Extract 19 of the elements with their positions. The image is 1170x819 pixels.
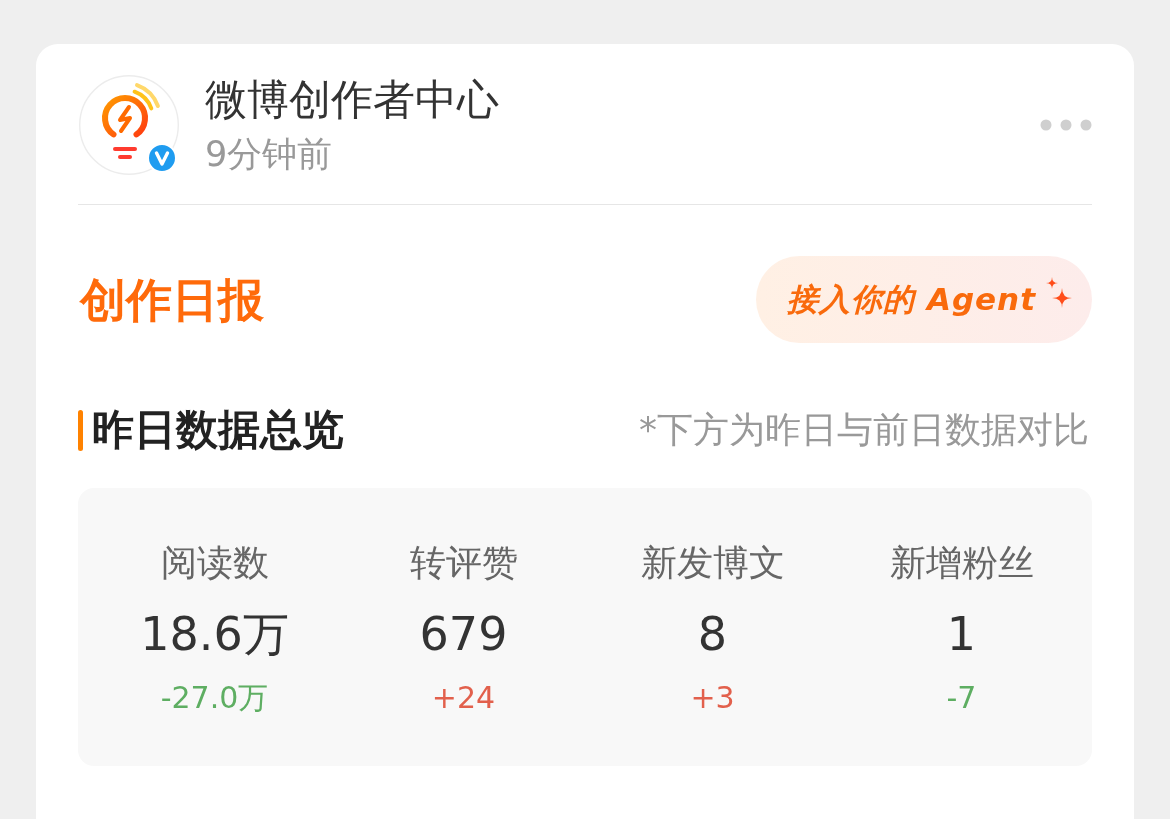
account-name[interactable]: 微博创作者中心 — [205, 75, 499, 125]
stat-label: 转评赞 — [409, 541, 518, 585]
stat-change: +3 — [690, 679, 735, 717]
stat-value: 18.6万 — [140, 606, 289, 662]
lightbulb-avatar-icon[interactable] — [79, 75, 179, 175]
stat-value: 8 — [697, 606, 728, 662]
stat-label: 新增粉丝 — [889, 541, 1034, 585]
stat-change: -27.0万 — [160, 679, 269, 717]
comparison-note: *下方为昨日与前日数据对比 — [639, 408, 1089, 452]
stat-label: 新发博文 — [640, 541, 785, 585]
post-time: 9分钟前 — [205, 133, 333, 175]
report-title: 创作日报 — [80, 271, 264, 328]
stat-change: -7 — [946, 679, 977, 717]
stat-change: +24 — [431, 679, 496, 717]
stat-value: 1 — [946, 606, 977, 662]
stat-value: 679 — [419, 606, 508, 662]
stat-label: 阅读数 — [160, 541, 269, 585]
section-title: 昨日数据总览 — [92, 406, 344, 454]
accent-bar — [78, 409, 83, 451]
